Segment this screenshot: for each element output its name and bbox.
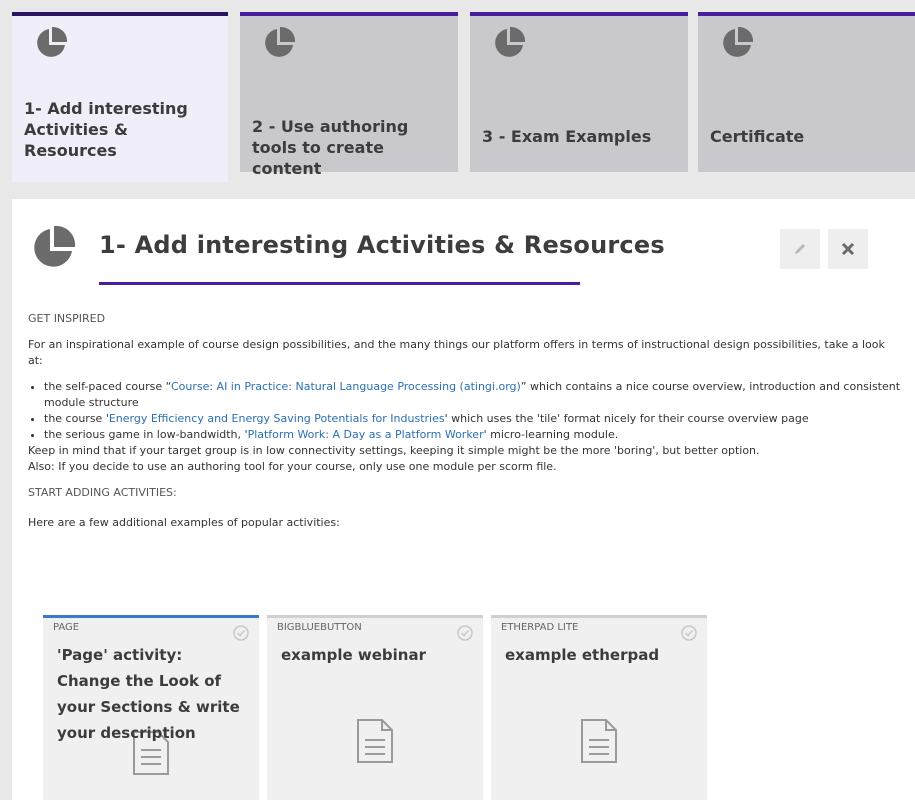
edit-button[interactable] xyxy=(780,229,820,269)
list-item: the serious game in low-bandwidth, 'Plat… xyxy=(44,427,903,443)
close-button[interactable] xyxy=(828,229,868,269)
tab-add-activities[interactable]: 1- Add interesting Activities & Resource… xyxy=(12,12,228,182)
tab-title: 3 - Exam Examples xyxy=(482,127,652,146)
list-item: the course 'Energy Efficiency and Energy… xyxy=(44,411,903,427)
get-inspired-heading: GET INSPIRED xyxy=(28,312,106,325)
activity-card-page[interactable]: PAGE 'Page' activity: Change the Look of… xyxy=(43,615,259,800)
list-item: the self-paced course “Course: AI in Pra… xyxy=(44,379,903,411)
start-adding-heading: START ADDING ACTIVITIES: xyxy=(28,486,177,499)
pie-chart-icon xyxy=(37,26,68,57)
pie-chart-icon xyxy=(34,225,76,267)
pie-chart-icon xyxy=(495,26,526,57)
pie-chart-icon xyxy=(265,26,296,57)
tab-title: 1- Add interesting Activities & Resource… xyxy=(24,99,188,160)
completion-check-icon[interactable] xyxy=(233,625,249,641)
tab-certificate[interactable]: Certificate xyxy=(698,12,915,172)
section-panel: 1- Add interesting Activities & Resource… xyxy=(12,199,915,800)
completion-check-icon[interactable] xyxy=(681,625,697,641)
example-list: the self-paced course “Course: AI in Pra… xyxy=(44,379,903,443)
activity-name[interactable]: 'Page' activity: Change the Look of your… xyxy=(57,642,249,746)
tab-title: 2 - Use authoring tools to create conten… xyxy=(252,117,409,178)
intro-text: For an inspirational example of course d… xyxy=(28,338,885,367)
course-link-nlp[interactable]: Course: AI in Practice: Natural Language… xyxy=(171,380,521,393)
section-title: 1- Add interesting Activities & Resource… xyxy=(99,231,665,259)
activity-name[interactable]: example etherpad xyxy=(505,642,697,668)
section-content: GET INSPIRED For an inspirational exampl… xyxy=(28,311,903,541)
document-icon xyxy=(357,719,393,763)
course-link-energy[interactable]: Energy Efficiency and Energy Saving Pote… xyxy=(109,412,445,425)
tab-exam-examples[interactable]: 3 - Exam Examples xyxy=(470,12,688,172)
activity-card-etherpad[interactable]: ETHERPAD LITE example etherpad xyxy=(491,615,707,800)
activity-name[interactable]: example webinar xyxy=(281,642,473,668)
activity-type: BIGBLUEBUTTON xyxy=(277,622,362,633)
activity-type: ETHERPAD LITE xyxy=(501,622,579,633)
examples-intro: Here are a few additional examples of po… xyxy=(28,516,340,529)
completion-check-icon[interactable] xyxy=(457,625,473,641)
connectivity-note: Keep in mind that if your target group i… xyxy=(28,444,760,457)
activity-card-bigbluebutton[interactable]: BIGBLUEBUTTON example webinar xyxy=(267,615,483,800)
course-link-platform-work[interactable]: Platform Work: A Day as a Platform Worke… xyxy=(248,428,484,441)
authoring-note: Also: If you decide to use an authoring … xyxy=(28,460,557,473)
activity-type: PAGE xyxy=(53,622,80,633)
title-underline xyxy=(99,282,580,285)
pie-chart-icon xyxy=(723,26,754,57)
close-icon xyxy=(841,242,855,256)
tab-title: Certificate xyxy=(710,127,805,146)
tab-authoring-tools[interactable]: 2 - Use authoring tools to create conten… xyxy=(240,12,458,178)
document-icon xyxy=(581,719,617,763)
pencil-icon xyxy=(795,244,805,254)
